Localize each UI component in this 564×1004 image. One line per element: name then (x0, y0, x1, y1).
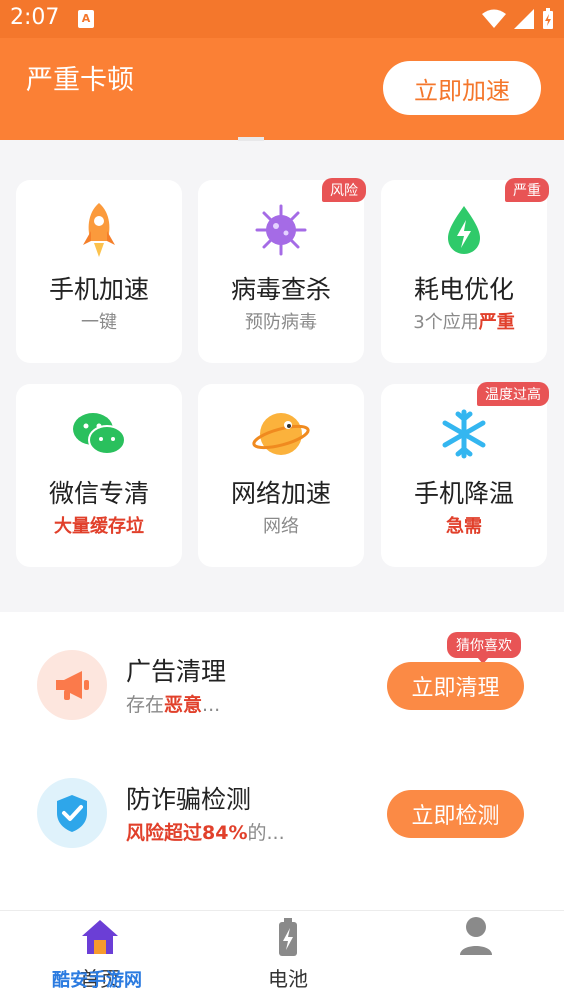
card-subtitle: 网络 (263, 516, 299, 537)
status-icons (482, 8, 554, 30)
list-item-desc: 存在恶意... (126, 694, 221, 716)
card-subtitle: 预防病毒 (245, 312, 317, 333)
list-item-fraud-detect: 防诈骗检测 风险超过84%的... 立即检测 (0, 778, 564, 888)
list-item-title: 广告清理 (126, 657, 227, 686)
card-phone-speed[interactable]: 手机加速 一键 (16, 180, 182, 363)
card-subtitle: 急需 (446, 516, 482, 537)
card-title: 手机加速 (48, 275, 149, 304)
card-subtitle: 3个应用严重 (413, 312, 515, 333)
header: 2:07 A 严重卡顿 立即加速 (0, 0, 564, 141)
list-item-title: 防诈骗检测 (126, 785, 252, 814)
nav-label: 电池 (268, 967, 308, 991)
risk-badge: 风险 (322, 178, 366, 202)
app-notification-icon: A (78, 10, 94, 28)
detect-now-button[interactable]: 立即检测 (387, 790, 524, 838)
battery-drop-icon (434, 200, 494, 260)
card-phone-cool[interactable]: 温度过高 手机降温 急需 (381, 382, 549, 567)
nav-item-profile[interactable] (382, 911, 564, 1004)
battery-status-icon (543, 8, 553, 29)
user-icon (454, 915, 498, 959)
battery-icon (266, 915, 310, 959)
severe-badge: 严重 (505, 178, 549, 202)
card-virus-scan[interactable]: 风险 病毒查杀 预防病毒 (198, 178, 366, 363)
megaphone-icon (37, 650, 107, 720)
list-item-desc: 风险超过84%的... (126, 822, 285, 844)
drag-handle (238, 137, 264, 141)
status-time: 2:07 (10, 5, 60, 30)
nav-item-battery[interactable]: 电池 (194, 911, 382, 1004)
watermark-logo: 酷安手游网 (52, 970, 142, 991)
card-title: 耗电优化 (413, 275, 514, 304)
shield-check-icon (37, 778, 107, 848)
speed-up-button[interactable]: 立即加速 (383, 61, 541, 115)
rocket-icon (69, 200, 129, 260)
page-title: 严重卡顿 (26, 65, 134, 96)
virus-icon (251, 200, 311, 260)
card-subtitle: 大量缓存垃 (54, 516, 144, 537)
card-network-speed[interactable]: 网络加速 网络 (198, 384, 364, 567)
clean-now-button[interactable]: 立即清理 (387, 662, 524, 710)
list-item-ad-clean: 广告清理 存在恶意... 立即清理 (0, 650, 564, 760)
card-title: 病毒查杀 (230, 275, 331, 304)
wifi-icon (482, 9, 506, 28)
signal-icon (514, 9, 534, 29)
snowflake-icon (434, 404, 494, 464)
card-title: 手机降温 (413, 479, 514, 508)
card-subtitle: 一键 (81, 312, 117, 333)
overheat-badge: 温度过高 (477, 382, 549, 406)
wechat-icon (69, 404, 129, 464)
home-icon (78, 915, 122, 959)
status-bar: 2:07 A (0, 0, 564, 38)
card-title: 网络加速 (230, 479, 331, 508)
card-title: 微信专清 (48, 479, 149, 508)
planet-icon (251, 404, 311, 464)
card-power-optimize[interactable]: 严重 耗电优化 3个应用严重 (381, 178, 549, 363)
card-wechat-clean[interactable]: 微信专清 大量缓存垃 (16, 384, 182, 567)
